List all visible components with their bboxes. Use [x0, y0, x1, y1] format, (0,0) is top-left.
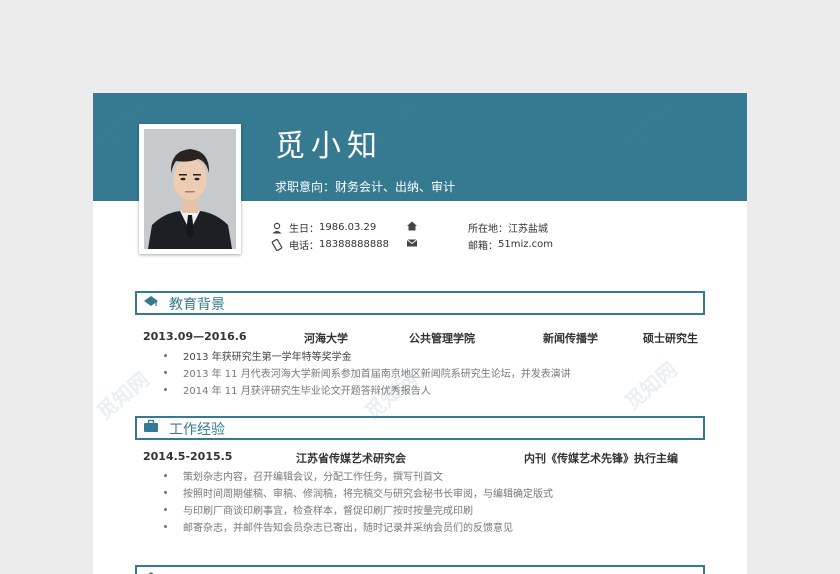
location-label: 所在地： — [468, 224, 508, 235]
phone-info: 电话： 18388888888 — [271, 237, 389, 252]
education-school: 河海大学 — [304, 332, 348, 345]
job-intent-label: 求职意向： — [275, 180, 336, 194]
photo-frame — [139, 124, 241, 254]
briefcase-icon — [139, 416, 163, 436]
list-item: 与印刷厂商谈印刷事宜，检查样本，督促印刷厂按时按量完成印刷 — [164, 502, 473, 517]
home-icon — [406, 220, 418, 232]
candidate-name: 觅小知 — [275, 129, 383, 164]
list-item: 2013 年获研究生第一学年特等奖学金 — [164, 348, 352, 363]
mail-icon — [406, 237, 418, 249]
job-intent: 求职意向：财务会计、出纳、审计 — [275, 178, 455, 195]
education-major: 新闻传播学 — [543, 332, 598, 345]
birthday-info: 生日： 1986.03.29 — [271, 220, 376, 235]
person-icon — [139, 565, 163, 574]
graduation-cap-icon — [139, 291, 163, 311]
work-title: 工作经验 — [169, 422, 225, 438]
mail-icon-wrap — [406, 237, 424, 249]
list-item: 策划杂志内容，召开编辑会议，分配工作任务，撰写刊首文 — [164, 468, 443, 483]
work-period: 2014.5-2015.5 — [143, 450, 233, 463]
resume-page: 觅小知 求职意向：财务会计、出纳、审计 生日： 1986.03.29 电话： 183… — [93, 93, 747, 574]
birthday-value: 1986.03.29 — [319, 222, 377, 233]
education-college: 公共管理学院 — [409, 332, 475, 345]
person-silhouette-icon — [144, 129, 236, 249]
work-role: 内刊《传媒艺术先锋》执行主编 — [524, 452, 678, 465]
education-degree: 硕士研究生 — [643, 332, 698, 345]
location-info: 所在地： 江苏盐城 — [468, 220, 548, 235]
list-item: 2013 年 11 月代表河海大学新闻系参加首届南京地区新闻院系研究生论坛，并发… — [164, 365, 571, 380]
work-section-header: 工作经验 — [135, 416, 705, 440]
list-item: 按照时间周期催稿、审稿、修润稿，将完稿交与研究会秘书长审阅，与编辑确定版式 — [164, 485, 553, 500]
phone-value: 18388888888 — [319, 239, 389, 250]
list-item: 邮寄杂志，并邮件告知会员杂志已寄出，随时记录并采纳会员们的反馈意见 — [164, 519, 513, 534]
location-value: 江苏盐城 — [508, 224, 548, 235]
email-info: 邮箱： 51miz.com — [468, 237, 553, 252]
birthday-label: 生日： — [289, 224, 319, 235]
phone-label: 电话： — [289, 241, 319, 252]
home-icon-wrap — [406, 220, 424, 232]
profile-photo — [144, 129, 236, 249]
job-intent-value: 财务会计、出纳、审计 — [335, 180, 456, 194]
education-title: 教育背景 — [169, 297, 225, 313]
email-label: 邮箱： — [468, 241, 498, 252]
email-value: 51miz.com — [498, 239, 554, 250]
person-icon — [271, 222, 283, 234]
list-item: 2014 年 11 月获评研究生毕业论文开题答辩优秀报告人 — [164, 382, 431, 397]
next-section-header — [135, 565, 705, 574]
phone-icon — [271, 238, 283, 251]
education-period: 2013.09—2016.6 — [143, 330, 247, 343]
work-org: 江苏省传媒艺术研究会 — [296, 452, 406, 465]
education-section-header: 教育背景 — [135, 291, 705, 315]
